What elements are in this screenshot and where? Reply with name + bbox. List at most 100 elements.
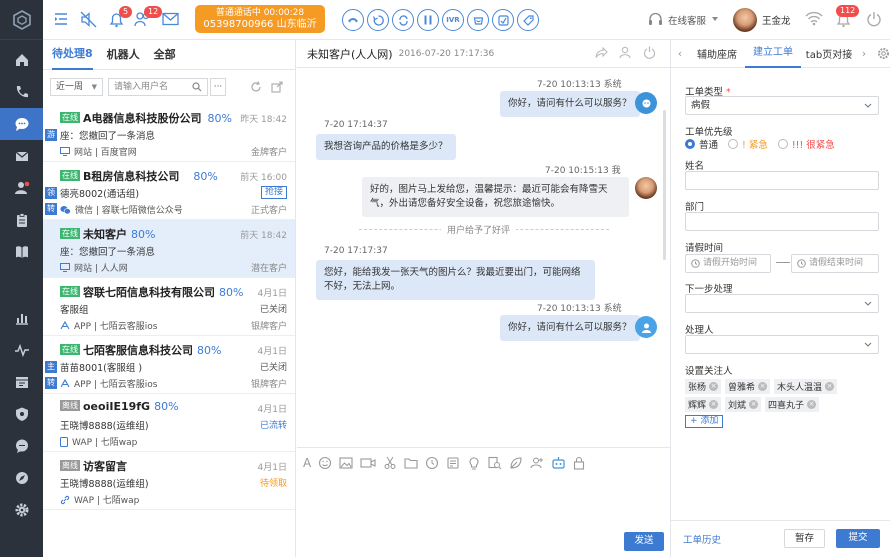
list-item[interactable]: 离线 访客留言 4月1日 王晓博8888(运维组) WAP | 七陌wap 待领取 xyxy=(43,452,295,510)
phone-icon[interactable] xyxy=(0,76,43,108)
grab-button[interactable]: 抢接 xyxy=(260,186,287,199)
shield-icon[interactable] xyxy=(0,398,43,430)
tab-create-ticket[interactable]: 建立工单 xyxy=(745,40,801,68)
tab-next-icon[interactable]: › xyxy=(857,47,871,60)
end-session-icon[interactable] xyxy=(643,46,656,59)
agent-name[interactable]: 王金龙 xyxy=(762,13,791,27)
lock-icon[interactable] xyxy=(573,456,585,470)
list-item[interactable]: 在线 七陌客服信息科技公司 80% 4月1日 主 转 苗苗8001(客服组 ) AP… xyxy=(43,336,295,394)
submit-button[interactable]: 提交 xyxy=(836,529,880,548)
contacts-icon[interactable] xyxy=(0,172,43,204)
remove-icon[interactable]: × xyxy=(749,400,759,409)
message-input[interactable] xyxy=(297,477,670,531)
tab-page-dock[interactable]: tab页对接 xyxy=(801,46,857,61)
more-button[interactable]: ··· xyxy=(210,78,226,96)
save-draft-button[interactable]: 暂存 xyxy=(784,529,825,548)
share-icon[interactable] xyxy=(595,47,608,59)
transfer-button[interactable] xyxy=(392,9,414,31)
tag-button[interactable] xyxy=(517,9,539,31)
start-time-field[interactable]: 请假开始时间 xyxy=(685,254,771,273)
monitor-icon[interactable] xyxy=(0,334,43,366)
tab-robot[interactable]: 机器人 xyxy=(107,41,140,69)
quick-reply-icon[interactable] xyxy=(446,456,460,470)
tab-assist[interactable]: 辅助座席 xyxy=(689,46,745,61)
user-icon[interactable] xyxy=(619,46,632,59)
emoji-icon[interactable] xyxy=(318,456,332,470)
power-icon[interactable] xyxy=(866,11,882,27)
consult-button[interactable] xyxy=(492,9,514,31)
radio-checked[interactable] xyxy=(685,139,695,149)
msg-meta: 7-20 17:17:37 xyxy=(324,246,388,256)
gear-icon[interactable] xyxy=(0,494,43,526)
list-item[interactable]: 在线 未知客户 80% 前天 18:42 座：您撤回了一条消息 网站 | 人人网 潜… xyxy=(43,220,295,278)
pause-button[interactable] xyxy=(417,9,439,31)
invite-icon[interactable] xyxy=(530,456,544,470)
item-time: 4月1日 xyxy=(257,289,287,299)
priority-urgent[interactable]: ! 紧急 xyxy=(728,137,768,151)
dept-field[interactable] xyxy=(685,212,879,231)
radio[interactable] xyxy=(777,139,788,149)
search-knowledge-icon[interactable] xyxy=(488,456,502,470)
compass-icon[interactable] xyxy=(0,462,43,494)
stats-icon[interactable] xyxy=(0,302,43,334)
send-button[interactable]: 发送 xyxy=(624,532,664,551)
video-icon[interactable] xyxy=(360,456,376,470)
leaf-icon[interactable] xyxy=(509,456,523,470)
period-select[interactable]: 近一周 ▼ xyxy=(50,78,103,96)
hold-button[interactable] xyxy=(367,9,389,31)
handler-select[interactable] xyxy=(685,335,879,354)
name-field[interactable] xyxy=(685,171,879,190)
list-item[interactable]: 离线 oeoiIE19fG 80% 4月1日 王晓博8888(运维组) WAP | … xyxy=(43,394,295,452)
priority-very-urgent[interactable]: !!! 很紧急 xyxy=(777,137,835,151)
calendar-icon[interactable] xyxy=(0,366,43,398)
radio[interactable] xyxy=(728,139,739,149)
remove-icon[interactable]: × xyxy=(709,400,719,409)
home-icon[interactable] xyxy=(0,44,43,76)
remove-icon[interactable]: × xyxy=(709,382,719,391)
bulb-icon[interactable] xyxy=(467,456,481,470)
remove-icon[interactable]: × xyxy=(807,400,817,409)
robot-icon[interactable] xyxy=(551,456,566,470)
scissors-icon[interactable] xyxy=(383,456,397,470)
refresh-icon[interactable] xyxy=(250,81,262,93)
font-icon[interactable]: A xyxy=(303,456,311,470)
envelope-icon[interactable] xyxy=(162,12,179,26)
mute-icon[interactable] xyxy=(80,11,97,28)
priority-normal[interactable]: 普通 xyxy=(685,137,718,151)
history-icon[interactable] xyxy=(425,456,439,470)
collapse-icon[interactable] xyxy=(53,11,69,27)
remove-icon[interactable]: × xyxy=(758,382,768,391)
item-transfer-tag: 转 xyxy=(45,203,57,215)
remove-icon[interactable]: × xyxy=(825,382,835,391)
book-icon[interactable] xyxy=(0,236,43,268)
mail-icon[interactable] xyxy=(0,140,43,172)
status-dropdown-icon[interactable] xyxy=(712,17,718,21)
add-watcher-button[interactable]: + 添加 xyxy=(685,415,724,428)
chat-scrollbar[interactable] xyxy=(663,110,666,260)
type-select[interactable]: 病假 xyxy=(685,96,879,115)
clipboard-icon[interactable] xyxy=(0,204,43,236)
chat-icon[interactable] xyxy=(0,108,43,140)
tab-pending[interactable]: 待处理8 xyxy=(52,40,93,70)
mobile-icon xyxy=(60,436,68,447)
message-icon[interactable] xyxy=(0,430,43,462)
settings-gear-icon[interactable] xyxy=(877,47,890,60)
search-icon[interactable] xyxy=(192,82,202,92)
list-item[interactable]: 在线 A电器信息科技股份公司 80% 昨天 18:42 游 座：您撤回了一条消息 网… xyxy=(43,104,295,162)
agent-avatar[interactable] xyxy=(733,8,757,32)
service-status[interactable]: 在线客服 xyxy=(668,13,706,27)
tab-all[interactable]: 全部 xyxy=(154,41,176,69)
end-time-field[interactable]: 请假结束时间 xyxy=(791,254,879,273)
tab-prev-icon[interactable]: ‹ xyxy=(671,47,689,60)
image-icon[interactable] xyxy=(339,456,353,470)
folder-icon[interactable] xyxy=(404,456,418,470)
hangup-button[interactable] xyxy=(342,9,364,31)
next-step-select[interactable] xyxy=(685,294,879,313)
list-item[interactable]: 在线 B租房信息科技公司 80% 前天 16:00 领 转 德亮8002(通话组) … xyxy=(43,162,295,220)
export-icon[interactable] xyxy=(271,81,283,93)
search-input[interactable]: 请输入用户名 xyxy=(108,78,208,96)
ticket-history-link[interactable]: 工单历史 xyxy=(683,532,721,546)
list-item[interactable]: 在线 容联七陌信息科技有限公司 80% 4月1日 客服组 APP | 七陌云客服io… xyxy=(43,278,295,336)
satisfaction-button[interactable] xyxy=(467,9,489,31)
ivr-button[interactable]: IVR xyxy=(442,9,464,31)
